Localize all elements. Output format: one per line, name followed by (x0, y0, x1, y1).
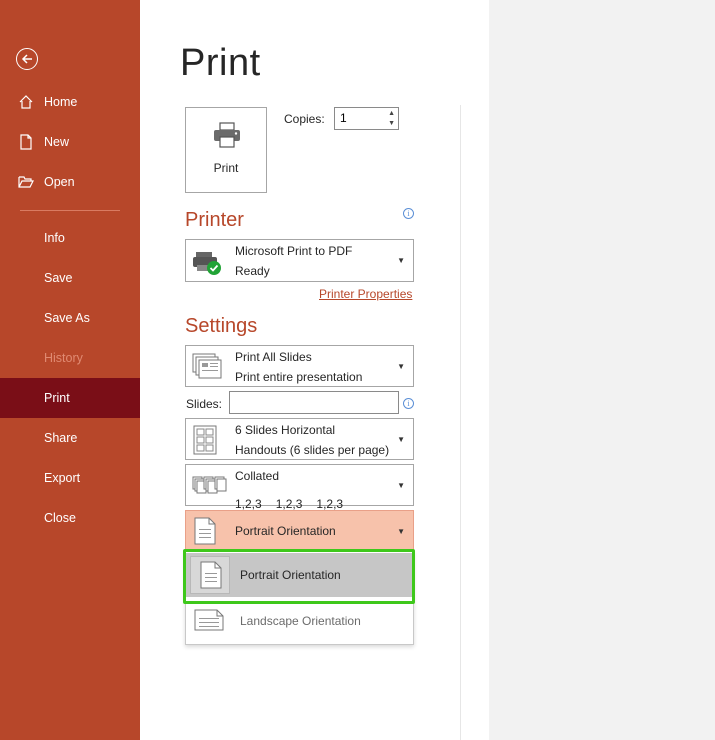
chevron-up-icon[interactable]: ▲ (388, 110, 395, 117)
print-range-line2: Print entire presentation (235, 370, 363, 384)
print-range-line1: Print All Slides (235, 350, 312, 364)
printer-heading: Printer (185, 209, 244, 231)
sidebar-divider (20, 210, 120, 211)
collation-select[interactable]: Collated 1,2,3 1,2,3 1,2,3 ▼ (185, 464, 414, 511)
slides-label: Slides: (186, 397, 223, 411)
menu-item-label: Landscape Orientation (240, 614, 361, 628)
orientation-selected-label: Portrait Orientation (235, 524, 336, 538)
collation-seq-3: 1,2,3 (316, 497, 344, 511)
printer-select[interactable]: Microsoft Print to PDF Ready ▼ (185, 239, 414, 282)
printer-status: Ready (235, 264, 270, 278)
backstage-sidebar: Home New Open Info Save Save As History … (0, 0, 140, 740)
printer-name: Microsoft Print to PDF (235, 244, 353, 258)
sidebar-item-label: Home (44, 95, 78, 109)
sidebar-item-label: Open (44, 175, 75, 189)
all-slides-icon (192, 353, 222, 379)
sidebar-item-label: History (44, 351, 83, 365)
print-button[interactable]: Print (185, 107, 267, 193)
new-document-icon (20, 134, 32, 150)
back-arrow-icon[interactable] (16, 48, 38, 70)
sidebar-item-label: Save As (44, 311, 90, 325)
dropdown-arrow-icon: ▼ (397, 362, 405, 371)
sidebar-item-history: History (0, 338, 140, 378)
sidebar-item-label: Print (44, 391, 70, 405)
sidebar-item-save[interactable]: Save (0, 258, 140, 298)
sidebar-item-info[interactable]: Info (0, 218, 140, 258)
portrait-page-icon (194, 517, 216, 545)
handouts-layout-icon (193, 425, 217, 455)
home-icon (19, 95, 33, 109)
sidebar-item-home[interactable]: Home (0, 82, 140, 122)
menu-item-landscape[interactable]: Landscape Orientation (186, 599, 413, 643)
chevron-down-icon[interactable]: ▼ (388, 120, 395, 127)
orientation-select[interactable]: Portrait Orientation ▼ (185, 510, 414, 551)
layout-select[interactable]: 6 Slides Horizontal Handouts (6 slides p… (185, 418, 414, 460)
sidebar-item-export[interactable]: Export (0, 458, 140, 498)
sidebar-item-open[interactable]: Open (0, 162, 140, 202)
print-button-label: Print (213, 161, 239, 175)
app-root: Home New Open Info Save Save As History … (0, 0, 715, 740)
selection-highlight (183, 549, 415, 604)
sidebar-item-label: Save (44, 271, 73, 285)
sidebar-item-share[interactable]: Share (0, 418, 140, 458)
printer-ready-icon (193, 252, 221, 275)
dropdown-arrow-icon: ▼ (397, 256, 405, 265)
panel-divider (460, 105, 461, 740)
page-title: Print (180, 42, 261, 84)
print-range-select[interactable]: Print All Slides Print entire presentati… (185, 345, 414, 387)
sidebar-item-label: New (44, 135, 70, 149)
copies-label: Copies: (284, 112, 325, 126)
printer-icon (214, 122, 240, 148)
sidebar-item-new[interactable]: New (0, 122, 140, 162)
layout-line2: Handouts (6 slides per page) (235, 443, 390, 457)
dropdown-arrow-icon: ▼ (397, 527, 405, 536)
collated-icon (192, 476, 227, 494)
collation-line1: Collated (235, 469, 280, 483)
sidebar-item-save-as[interactable]: Save As (0, 298, 140, 338)
dropdown-arrow-icon: ▼ (397, 481, 405, 490)
collation-sequence: 1,2,3 1,2,3 1,2,3 (235, 497, 357, 511)
copies-input[interactable] (340, 111, 380, 125)
dropdown-arrow-icon: ▼ (397, 435, 405, 444)
collation-seq-1: 1,2,3 (235, 497, 262, 511)
print-preview-pane (489, 0, 715, 740)
sidebar-item-label: Close (44, 511, 76, 525)
slides-input[interactable] (229, 391, 399, 414)
sidebar-item-close[interactable]: Close (0, 498, 140, 538)
collation-seq-2: 1,2,3 (275, 497, 303, 511)
sidebar-item-label: Info (44, 231, 65, 245)
printer-properties-link[interactable]: Printer Properties (319, 287, 412, 301)
info-icon[interactable]: i (403, 398, 414, 409)
landscape-page-icon (194, 609, 224, 631)
copies-stepper[interactable]: ▲ ▼ (334, 107, 399, 130)
sidebar-item-label: Export (44, 471, 81, 485)
info-icon[interactable]: i (403, 208, 414, 219)
open-folder-icon (18, 176, 34, 188)
layout-line1: 6 Slides Horizontal (235, 423, 336, 437)
sidebar-item-print[interactable]: Print (0, 378, 140, 418)
sidebar-item-label: Share (44, 431, 78, 445)
settings-heading: Settings (185, 315, 258, 337)
